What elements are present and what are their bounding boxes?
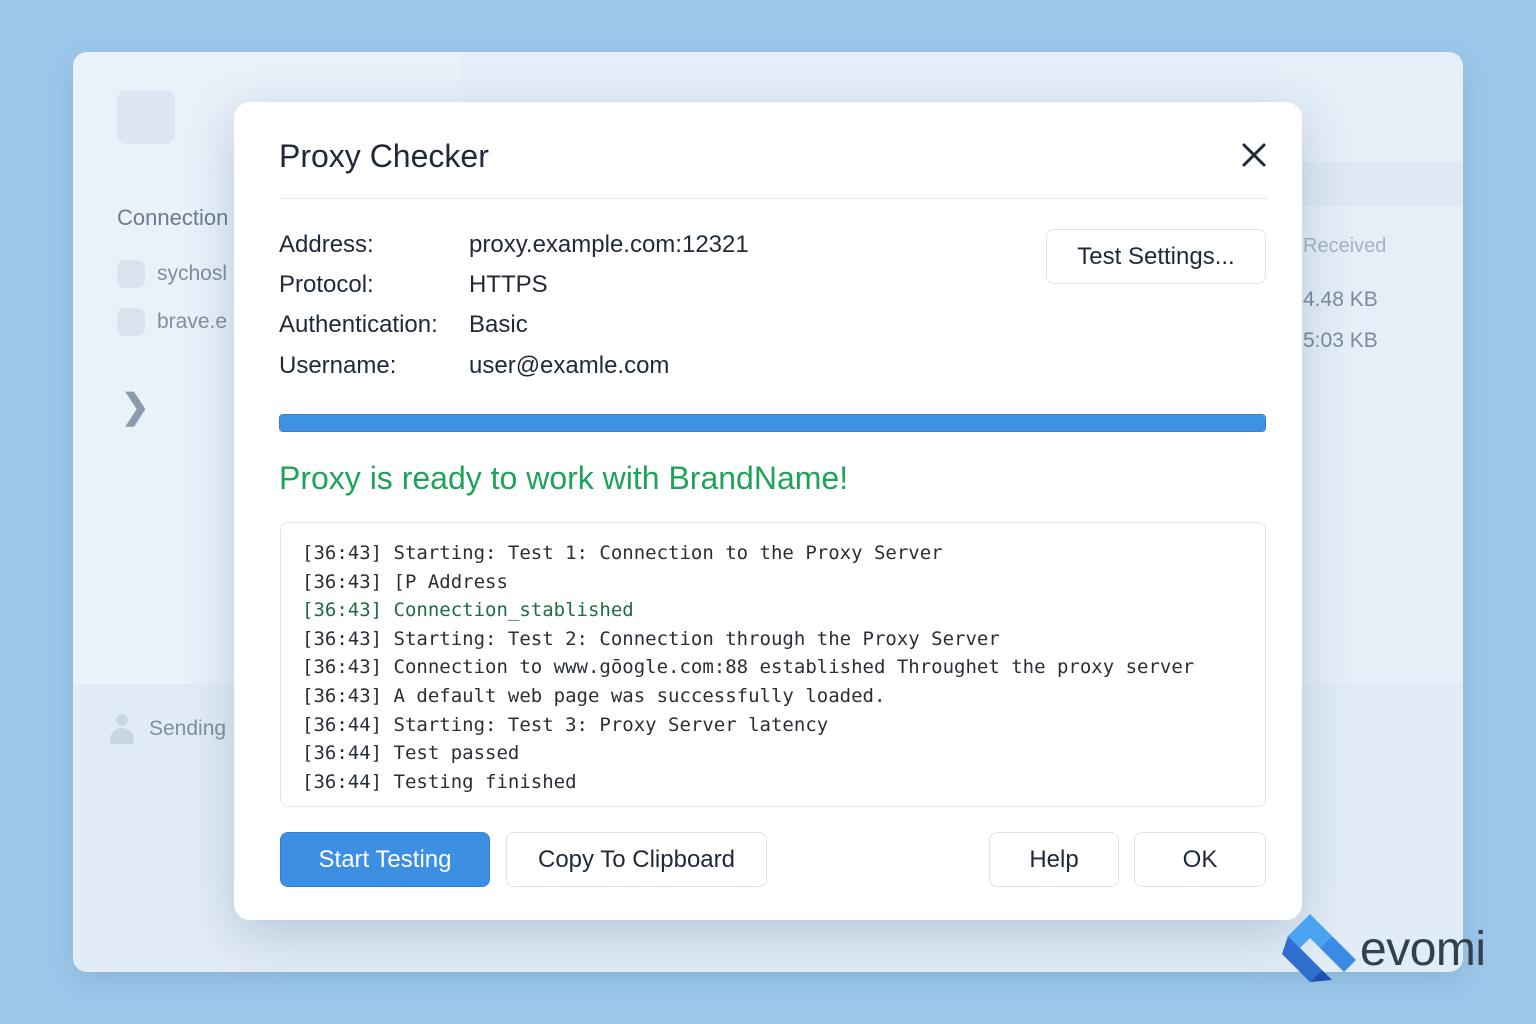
sidebar-item[interactable]: brave.e	[117, 308, 227, 336]
received-value: 4.48 KB	[1303, 288, 1378, 311]
evomi-logo: evomi	[1280, 912, 1486, 986]
received-column-header: Received	[1303, 235, 1387, 257]
log-line: [36:43] Starting: Test 2: Connection thr…	[302, 627, 1000, 650]
dialog-title: Proxy Checker	[279, 138, 489, 174]
log-line: [36:44] Starting: Test 3: Proxy Server l…	[302, 713, 829, 736]
title-divider	[279, 198, 1267, 199]
username-label: Username:	[279, 352, 397, 379]
ok-button[interactable]: OK	[1134, 832, 1266, 887]
log-line: [36:44] Testing finished	[302, 770, 577, 793]
log-line: [36:44] Test passed	[302, 742, 520, 765]
progress-bar	[279, 414, 1266, 432]
proxy-checker-dialog: Proxy Checker Address: proxy.example.com…	[234, 102, 1302, 920]
user-icon	[109, 714, 135, 744]
close-button[interactable]	[1237, 138, 1271, 172]
username-value: user@examle.com	[469, 352, 670, 379]
chevron-right-icon[interactable]: ❯	[121, 387, 150, 427]
received-value: 5:03 KB	[1303, 329, 1378, 352]
footer-status-label: Sending	[149, 717, 227, 740]
authentication-label: Authentication:	[279, 311, 438, 338]
address-label: Address:	[279, 231, 374, 258]
log-line: [36:43] Connection_stablished	[302, 599, 634, 622]
test-settings-button[interactable]: Test Settings...	[1046, 229, 1266, 284]
sidebar-item-label: sychosl	[157, 262, 228, 285]
address-value: proxy.example.com:12321	[469, 231, 749, 258]
log-line: [36:43] Starting: Test 1: Connection to …	[302, 542, 943, 564]
logo-text: evomi	[1360, 922, 1486, 976]
log-line: [36:43] Connection to www.gōogle.com:88 …	[302, 656, 1195, 679]
authentication-value: Basic	[469, 311, 528, 338]
log-line: [36:43] A default web page was successfu…	[302, 684, 886, 707]
sidebar-section-title: Connection	[117, 205, 229, 230]
app-icon	[117, 90, 175, 144]
close-icon	[1242, 143, 1266, 167]
logo-mark-icon	[1282, 914, 1356, 982]
protocol-value: HTTPS	[469, 271, 548, 298]
connection-icon	[117, 308, 145, 336]
log-output[interactable]: [36:43] Starting: Test 1: Connection to …	[280, 522, 1266, 807]
status-message: Proxy is ready to work with BrandName!	[279, 460, 849, 496]
sidebar-item-label: brave.e	[157, 310, 228, 333]
sidebar-item[interactable]: sychosl	[117, 260, 227, 288]
footer-status: Sending	[109, 714, 226, 744]
log-line: [36:43] [P Address	[302, 570, 508, 593]
protocol-label: Protocol:	[279, 271, 374, 298]
progress-fill	[280, 415, 1265, 431]
start-testing-button[interactable]: Start Testing	[280, 832, 490, 887]
connection-icon	[117, 260, 145, 288]
copy-to-clipboard-button[interactable]: Copy To Clipboard	[506, 832, 767, 887]
help-button[interactable]: Help	[989, 832, 1119, 887]
